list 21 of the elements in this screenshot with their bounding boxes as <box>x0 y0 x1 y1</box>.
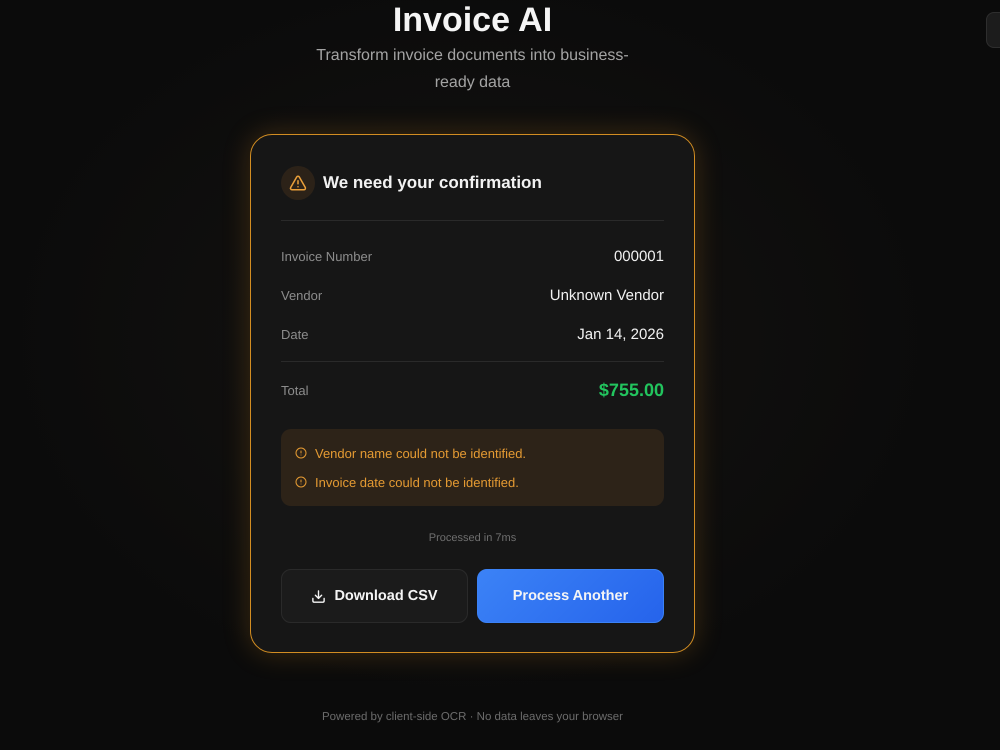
footer-note: Powered by client-side OCR · No data leaves your browser <box>322 711 624 723</box>
download-button[interactable]: Download CSV <box>281 569 468 623</box>
field-value: Jan 14, 2026 <box>577 326 664 342</box>
field-label: Invoice Number <box>281 248 372 264</box>
alert-icon <box>295 476 307 488</box>
app-subtitle: Transform invoice documents into business-ready data <box>315 46 630 93</box>
download-icon <box>311 588 326 604</box>
warning-text: Invoice date could not be identified. <box>315 474 519 490</box>
field-value: 000001 <box>614 248 664 264</box>
field-label: Vendor <box>281 288 322 302</box>
field-label: Date <box>281 326 308 342</box>
card-title: We need your confirmation <box>323 173 542 193</box>
process-another-button[interactable]: Process Another <box>477 569 664 623</box>
warning-icon <box>281 166 315 200</box>
warning-text: Vendor name could not be identified. <box>315 446 526 460</box>
total-label: Total <box>281 382 308 398</box>
app-title: Invoice AI <box>392 0 552 40</box>
processing-time: Processed in 7ms <box>428 532 518 544</box>
field-value: Unknown Vendor <box>550 286 664 304</box>
alert-icon <box>295 447 307 459</box>
total-value: $755.00 <box>598 380 664 400</box>
